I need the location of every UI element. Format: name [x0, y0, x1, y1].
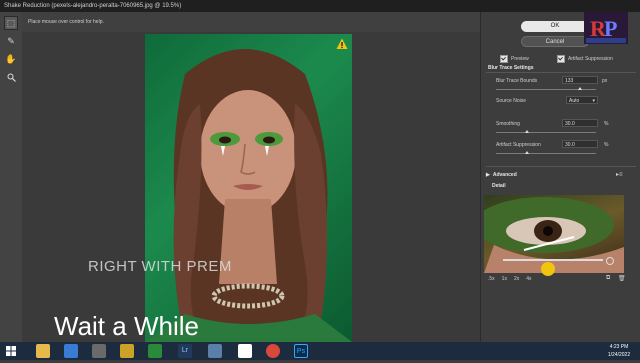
- caption-text: Wait a While: [54, 311, 199, 341]
- preview-checkbox[interactable]: Preview: [500, 55, 529, 63]
- advanced-toggle[interactable]: ▶ Advanced: [486, 172, 517, 178]
- blur-trace-bounds-field[interactable]: 133: [562, 76, 598, 84]
- blur-trace-heading: Blur Trace Settings: [488, 65, 534, 71]
- artifact-slider-knob[interactable]: [525, 151, 529, 154]
- detail-zoom-slider-track[interactable]: [503, 259, 603, 261]
- smoothing-field[interactable]: 30.0: [562, 119, 598, 127]
- svg-text:P: P: [604, 16, 617, 41]
- channel-watermark: RIGHT WITH PREM: [88, 258, 232, 275]
- blur-trace-bounds-label: Blur Trace Bounds: [496, 78, 538, 84]
- hand-tool-icon[interactable]: ✋: [4, 52, 18, 66]
- marquee-tool-icon[interactable]: ⬚: [4, 16, 18, 30]
- system-clock[interactable]: 4:23 PM 1/24/2022: [598, 342, 640, 360]
- window-title: Shake Reduction (pexels-alejandro-peralt…: [0, 0, 640, 12]
- blur-trace-tool-icon[interactable]: ✎: [4, 34, 18, 48]
- artifact-unit: %: [604, 142, 609, 148]
- chevron-right-icon: ▶: [486, 172, 490, 178]
- ok-button[interactable]: OK: [521, 21, 589, 32]
- artifact-suppression-field[interactable]: 30.0: [562, 140, 598, 148]
- smoothing-slider-track[interactable]: [496, 132, 596, 133]
- archive-icon[interactable]: [120, 344, 134, 358]
- trash-icon[interactable]: 🗑: [618, 275, 626, 282]
- source-noise-label: Source Noise: [496, 98, 527, 104]
- smoothing-unit: %: [604, 121, 609, 127]
- preview-check-icon[interactable]: [500, 55, 508, 63]
- app-icon[interactable]: [92, 344, 106, 358]
- section-divider-2: [486, 166, 636, 167]
- camtasia-icon[interactable]: [148, 344, 162, 358]
- chrome-icon[interactable]: [266, 344, 280, 358]
- source-noise-value: Auto: [569, 98, 580, 104]
- detail-zoom-knob[interactable]: [541, 262, 555, 276]
- artifact-suppression-label: Artifact Suppression: [496, 142, 541, 148]
- unlock-detail-icon[interactable]: ⧉: [606, 275, 610, 282]
- zoom-level[interactable]: 1x: [502, 276, 507, 282]
- zoom-level[interactable]: 4x: [526, 276, 531, 282]
- advanced-label: Advanced: [492, 172, 517, 178]
- chevron-down-icon: ▾: [592, 98, 595, 104]
- panel-menu-icon[interactable]: ▸≡: [616, 171, 623, 178]
- zoom-tool-icon[interactable]: [4, 70, 18, 84]
- smoothing-slider-knob[interactable]: [525, 130, 529, 133]
- source-noise-select[interactable]: Auto ▾: [566, 96, 598, 104]
- obs-icon[interactable]: [238, 344, 252, 358]
- cancel-button[interactable]: Cancel: [521, 36, 589, 47]
- clock-time: 4:23 PM: [609, 344, 629, 350]
- zoom-level[interactable]: .5x: [488, 276, 495, 282]
- bounds-slider-knob[interactable]: [578, 87, 582, 90]
- preview-label: Preview: [511, 56, 529, 62]
- warning-icon[interactable]: [336, 38, 348, 50]
- zoom-level[interactable]: 2x: [514, 276, 519, 282]
- artifact-option-label: Artifact Suppression: [568, 56, 613, 62]
- section-divider: [486, 72, 636, 73]
- monitor-icon[interactable]: [208, 344, 222, 358]
- preview-image[interactable]: [145, 34, 352, 342]
- artifact-slider-track[interactable]: [496, 153, 596, 154]
- file-explorer-icon[interactable]: [36, 344, 50, 358]
- detail-zoom-levels: .5x 1x 2x 4x: [488, 276, 532, 282]
- target-icon[interactable]: [606, 257, 614, 265]
- help-hint: Place mouse over control for help.: [22, 12, 480, 32]
- tool-strip: ⬚ ✎ ✋: [0, 12, 23, 342]
- smoothing-label: Smoothing: [496, 121, 520, 127]
- channel-logo: R P: [584, 12, 628, 44]
- artifact-suppression-checkbox[interactable]: Artifact Suppression: [557, 55, 613, 63]
- edge-icon[interactable]: [64, 344, 78, 358]
- clock-date: 1/24/2022: [607, 352, 631, 358]
- artifact-check-icon[interactable]: [557, 55, 565, 63]
- lightroom-icon[interactable]: Lr: [178, 344, 192, 358]
- detail-loupe[interactable]: [484, 195, 624, 273]
- windows-start-icon[interactable]: [4, 344, 18, 358]
- bounds-unit: px: [602, 78, 608, 84]
- photoshop-icon[interactable]: Ps: [294, 344, 308, 358]
- detail-heading: Detail: [492, 183, 506, 189]
